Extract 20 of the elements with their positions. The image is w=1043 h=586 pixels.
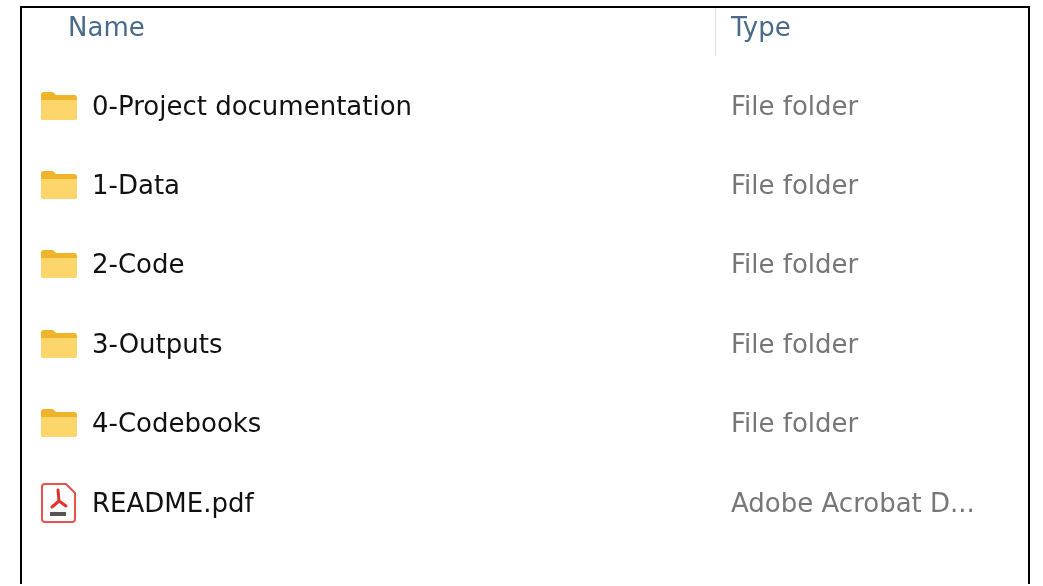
file-name[interactable]: 4-Codebooks: [92, 408, 262, 439]
folder-icon: [40, 249, 78, 280]
file-type: File folder: [730, 408, 859, 439]
file-type: File folder: [730, 90, 859, 121]
file-type: File folder: [730, 170, 859, 201]
file-type: File folder: [730, 249, 859, 280]
folder-icon: [40, 328, 78, 359]
folder-icon: [40, 170, 78, 201]
file-type: File folder: [730, 328, 859, 359]
pdf-file-icon: [40, 482, 78, 523]
file-type: Adobe Acrobat D...: [730, 487, 975, 518]
folder-icon: [40, 408, 78, 439]
column-header[interactable]: Type: [716, 8, 791, 42]
file-name[interactable]: README.pdf: [92, 487, 254, 518]
file-name[interactable]: 0-Project documentation: [92, 90, 413, 121]
folder-icon: [40, 90, 78, 121]
file-name[interactable]: 1-Data: [92, 170, 180, 201]
file-name[interactable]: 3-Outputs: [92, 328, 223, 359]
column-header[interactable]: Name: [22, 8, 715, 42]
file-name[interactable]: 2-Code: [92, 249, 185, 280]
